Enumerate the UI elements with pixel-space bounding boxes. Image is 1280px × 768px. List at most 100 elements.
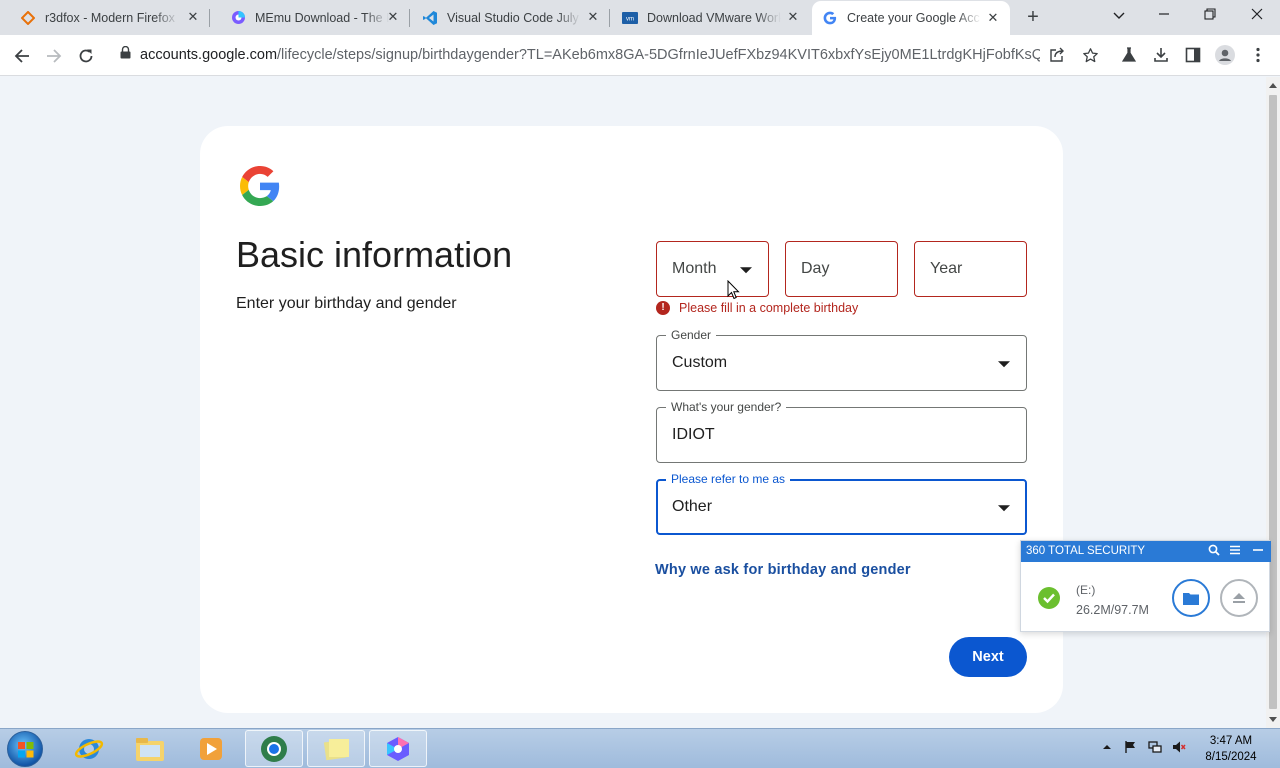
vmware-icon: vm	[622, 10, 638, 26]
memu-taskbar-icon[interactable]	[369, 730, 427, 767]
google-icon	[822, 10, 838, 26]
scroll-down-icon[interactable]	[1269, 717, 1277, 722]
browser-menu-icon[interactable]	[1248, 45, 1268, 65]
tab-r3dfox[interactable]: r3dfox - Modern Firefox f ✕	[0, 0, 210, 35]
bookmark-star-icon[interactable]	[1080, 45, 1100, 65]
minimize-icon[interactable]	[1251, 544, 1265, 558]
birthday-error: ! Please fill in a complete birthday	[656, 301, 858, 315]
sticky-notes-icon[interactable]	[307, 730, 365, 767]
close-tab-icon[interactable]: ✕	[785, 9, 801, 25]
chevron-down-icon	[998, 361, 1010, 368]
back-icon[interactable]	[9, 43, 35, 69]
pronoun-value: Other	[672, 498, 713, 515]
lock-icon[interactable]	[120, 45, 131, 64]
new-tab-button[interactable]: +	[1022, 6, 1044, 28]
year-placeholder: Year	[930, 260, 963, 277]
windows-logo-icon	[18, 742, 34, 758]
google-logo	[240, 166, 280, 206]
tab-title: Visual Studio Code July 2	[447, 10, 581, 25]
memu-icon	[230, 10, 246, 26]
system-clock[interactable]: 3:47 AM 8/15/2024	[1196, 733, 1266, 765]
url-host: accounts.google.com	[140, 47, 278, 63]
scrollbar-thumb[interactable]	[1269, 95, 1277, 709]
drive-label: (E:)	[1076, 583, 1096, 597]
network-icon[interactable]	[1148, 740, 1162, 754]
day-placeholder: Day	[801, 260, 830, 277]
chevron-down-icon	[740, 267, 752, 274]
tab-strip: r3dfox - Modern Firefox f ✕ MEmu Downloa…	[0, 0, 1280, 35]
gender-select[interactable]: Gender Custom	[656, 328, 1027, 391]
menu-icon[interactable]	[1228, 544, 1242, 558]
action-center-flag-icon[interactable]	[1124, 740, 1138, 754]
url-path: /lifecycle/steps/signup/birthdaygender?T…	[277, 47, 1040, 63]
search-icon[interactable]	[1207, 544, 1221, 558]
start-button[interactable]	[7, 731, 43, 767]
r3dfox-icon	[20, 10, 36, 26]
birthday-error-text: Please fill in a complete birthday	[679, 301, 859, 315]
extension-flask-icon[interactable]	[1119, 45, 1139, 65]
security-popup: 360 TOTAL SECURITY (E:) 26.2M/97.7M	[1020, 540, 1271, 632]
custom-gender-value: IDIOT	[672, 426, 715, 443]
year-input[interactable]: Year	[914, 241, 1027, 297]
close-tab-icon[interactable]: ✕	[185, 9, 201, 25]
address-bar[interactable]: accounts.google.com/lifecycle/steps/sign…	[108, 40, 1108, 70]
close-tab-icon[interactable]: ✕	[985, 10, 1001, 26]
forward-icon[interactable]	[41, 43, 67, 69]
error-icon: !	[656, 301, 670, 315]
eject-icon	[1233, 593, 1245, 603]
why-birthday-gender-link[interactable]: Why we ask for birthday and gender	[655, 562, 911, 578]
signup-card: Basic information Enter your birthday an…	[200, 126, 1063, 713]
show-hidden-icons-icon[interactable]	[1100, 740, 1114, 754]
share-icon[interactable]	[1047, 45, 1067, 65]
gender-value: Custom	[672, 354, 728, 371]
tab-title: r3dfox - Modern Firefox f	[45, 10, 179, 25]
month-placeholder: Month	[672, 260, 717, 277]
downloads-icon[interactable]	[1151, 45, 1171, 65]
page-title: Basic information	[236, 234, 513, 275]
windows-taskbar: 3:47 AM 8/15/2024	[0, 728, 1280, 768]
minimize-icon[interactable]	[1151, 5, 1177, 27]
tab-memu[interactable]: MEmu Download - The B ✕	[210, 0, 410, 35]
check-circle-icon	[1038, 587, 1060, 609]
custom-gender-input[interactable]: What's your gender? IDIOT	[656, 400, 1027, 463]
vscode-icon	[422, 10, 438, 26]
media-player-icon[interactable]	[182, 730, 240, 767]
tab-google-signup[interactable]: Create your Google Acc ✕	[812, 1, 1010, 35]
clock-date: 8/15/2024	[1205, 751, 1257, 763]
tab-title: Create your Google Acc	[847, 11, 980, 25]
side-panel-icon[interactable]	[1183, 45, 1203, 65]
close-tab-icon[interactable]: ✕	[585, 9, 601, 25]
file-explorer-icon[interactable]	[121, 730, 179, 767]
drive-usage: 26.2M/97.7M	[1076, 603, 1149, 617]
pronoun-select[interactable]: Please refer to me as Other	[656, 472, 1027, 535]
custom-gender-label: What's your gender?	[666, 400, 787, 414]
chevron-down-icon	[998, 505, 1010, 512]
mouse-cursor-icon	[727, 279, 740, 305]
volume-muted-icon[interactable]	[1172, 740, 1186, 754]
eject-button[interactable]	[1220, 579, 1258, 617]
close-window-icon[interactable]	[1244, 5, 1270, 27]
close-tab-icon[interactable]: ✕	[385, 9, 401, 25]
url-text[interactable]: accounts.google.com/lifecycle/steps/sign…	[140, 47, 1040, 63]
clock-time: 3:47 AM	[1209, 735, 1253, 747]
gender-label: Gender	[666, 328, 717, 342]
svg-text:vm: vm	[626, 16, 634, 22]
open-folder-button[interactable]	[1172, 579, 1210, 617]
profile-avatar-icon[interactable]	[1215, 45, 1235, 65]
folder-icon	[1183, 592, 1199, 605]
tab-title: Download VMware Work	[647, 10, 781, 25]
internet-explorer-icon[interactable]	[60, 730, 118, 767]
chrome-taskbar-icon[interactable]	[245, 730, 303, 767]
scroll-up-icon[interactable]	[1269, 83, 1277, 88]
tab-vscode[interactable]: Visual Studio Code July 2 ✕	[410, 0, 610, 35]
tab-search-icon[interactable]	[1106, 5, 1132, 27]
security-popup-title-text: 360 TOTAL SECURITY	[1026, 545, 1146, 557]
pronoun-label: Please refer to me as	[666, 472, 791, 486]
page-subtitle: Enter your birthday and gender	[236, 295, 457, 312]
day-input[interactable]: Day	[785, 241, 898, 297]
next-button[interactable]: Next	[949, 637, 1027, 677]
tab-vmware[interactable]: vm Download VMware Work ✕	[610, 0, 810, 35]
reload-icon[interactable]	[73, 43, 99, 69]
restore-icon[interactable]	[1197, 5, 1223, 27]
month-select[interactable]: Month	[656, 241, 769, 297]
